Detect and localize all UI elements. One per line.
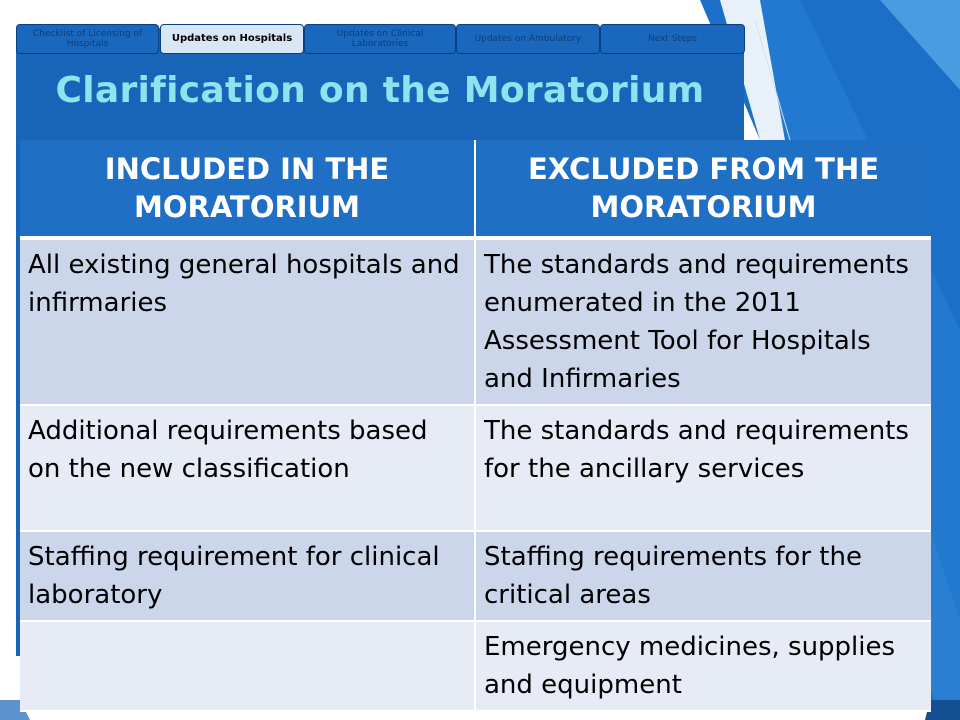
tab-updates-hospitals[interactable]: Updates on Hospitals bbox=[160, 24, 304, 54]
excluded-cell: Emergency medicines, supplies and equipm… bbox=[475, 621, 931, 712]
tab-checklist-licensing[interactable]: Checklist of Licensing of Hospitals bbox=[16, 24, 159, 54]
slide: Checklist of Licensing of Hospitals Upda… bbox=[0, 0, 960, 720]
table-row: All existing general hospitals and infir… bbox=[20, 238, 931, 406]
tab-next-steps[interactable]: Next Steps bbox=[600, 24, 745, 54]
tab-updates-clinical-laboratories[interactable]: Updates on Clinical Laboratories bbox=[304, 24, 456, 54]
included-cell: Staffing requirement for clinical labora… bbox=[20, 531, 476, 622]
included-cell bbox=[20, 621, 476, 712]
table-header-row: INCLUDED IN THE MORATORIUM EXCLUDED FROM… bbox=[20, 140, 931, 240]
moratorium-table: INCLUDED IN THE MORATORIUM EXCLUDED FROM… bbox=[20, 140, 931, 712]
header-included: INCLUDED IN THE MORATORIUM bbox=[20, 140, 476, 240]
table-row: Emergency medicines, supplies and equipm… bbox=[20, 621, 931, 712]
table-row: Staffing requirement for clinical labora… bbox=[20, 531, 931, 622]
excluded-cell: The standards and requirements enumerate… bbox=[475, 238, 931, 406]
included-cell: All existing general hospitals and infir… bbox=[20, 238, 476, 406]
tab-updates-ambulatory[interactable]: Updates on Ambulatory bbox=[456, 24, 600, 54]
header-excluded: EXCLUDED FROM THE MORATORIUM bbox=[475, 140, 931, 240]
navigation-tab-bar: Checklist of Licensing of Hospitals Upda… bbox=[16, 24, 746, 56]
slide-title: Clarification on the Moratorium bbox=[55, 70, 705, 111]
excluded-cell: The standards and requirements for the a… bbox=[475, 405, 931, 532]
included-cell: Additional requirements based on the new… bbox=[20, 405, 476, 532]
table-row: Additional requirements based on the new… bbox=[20, 405, 931, 532]
excluded-cell: Staffing requirements for the critical a… bbox=[475, 531, 931, 622]
